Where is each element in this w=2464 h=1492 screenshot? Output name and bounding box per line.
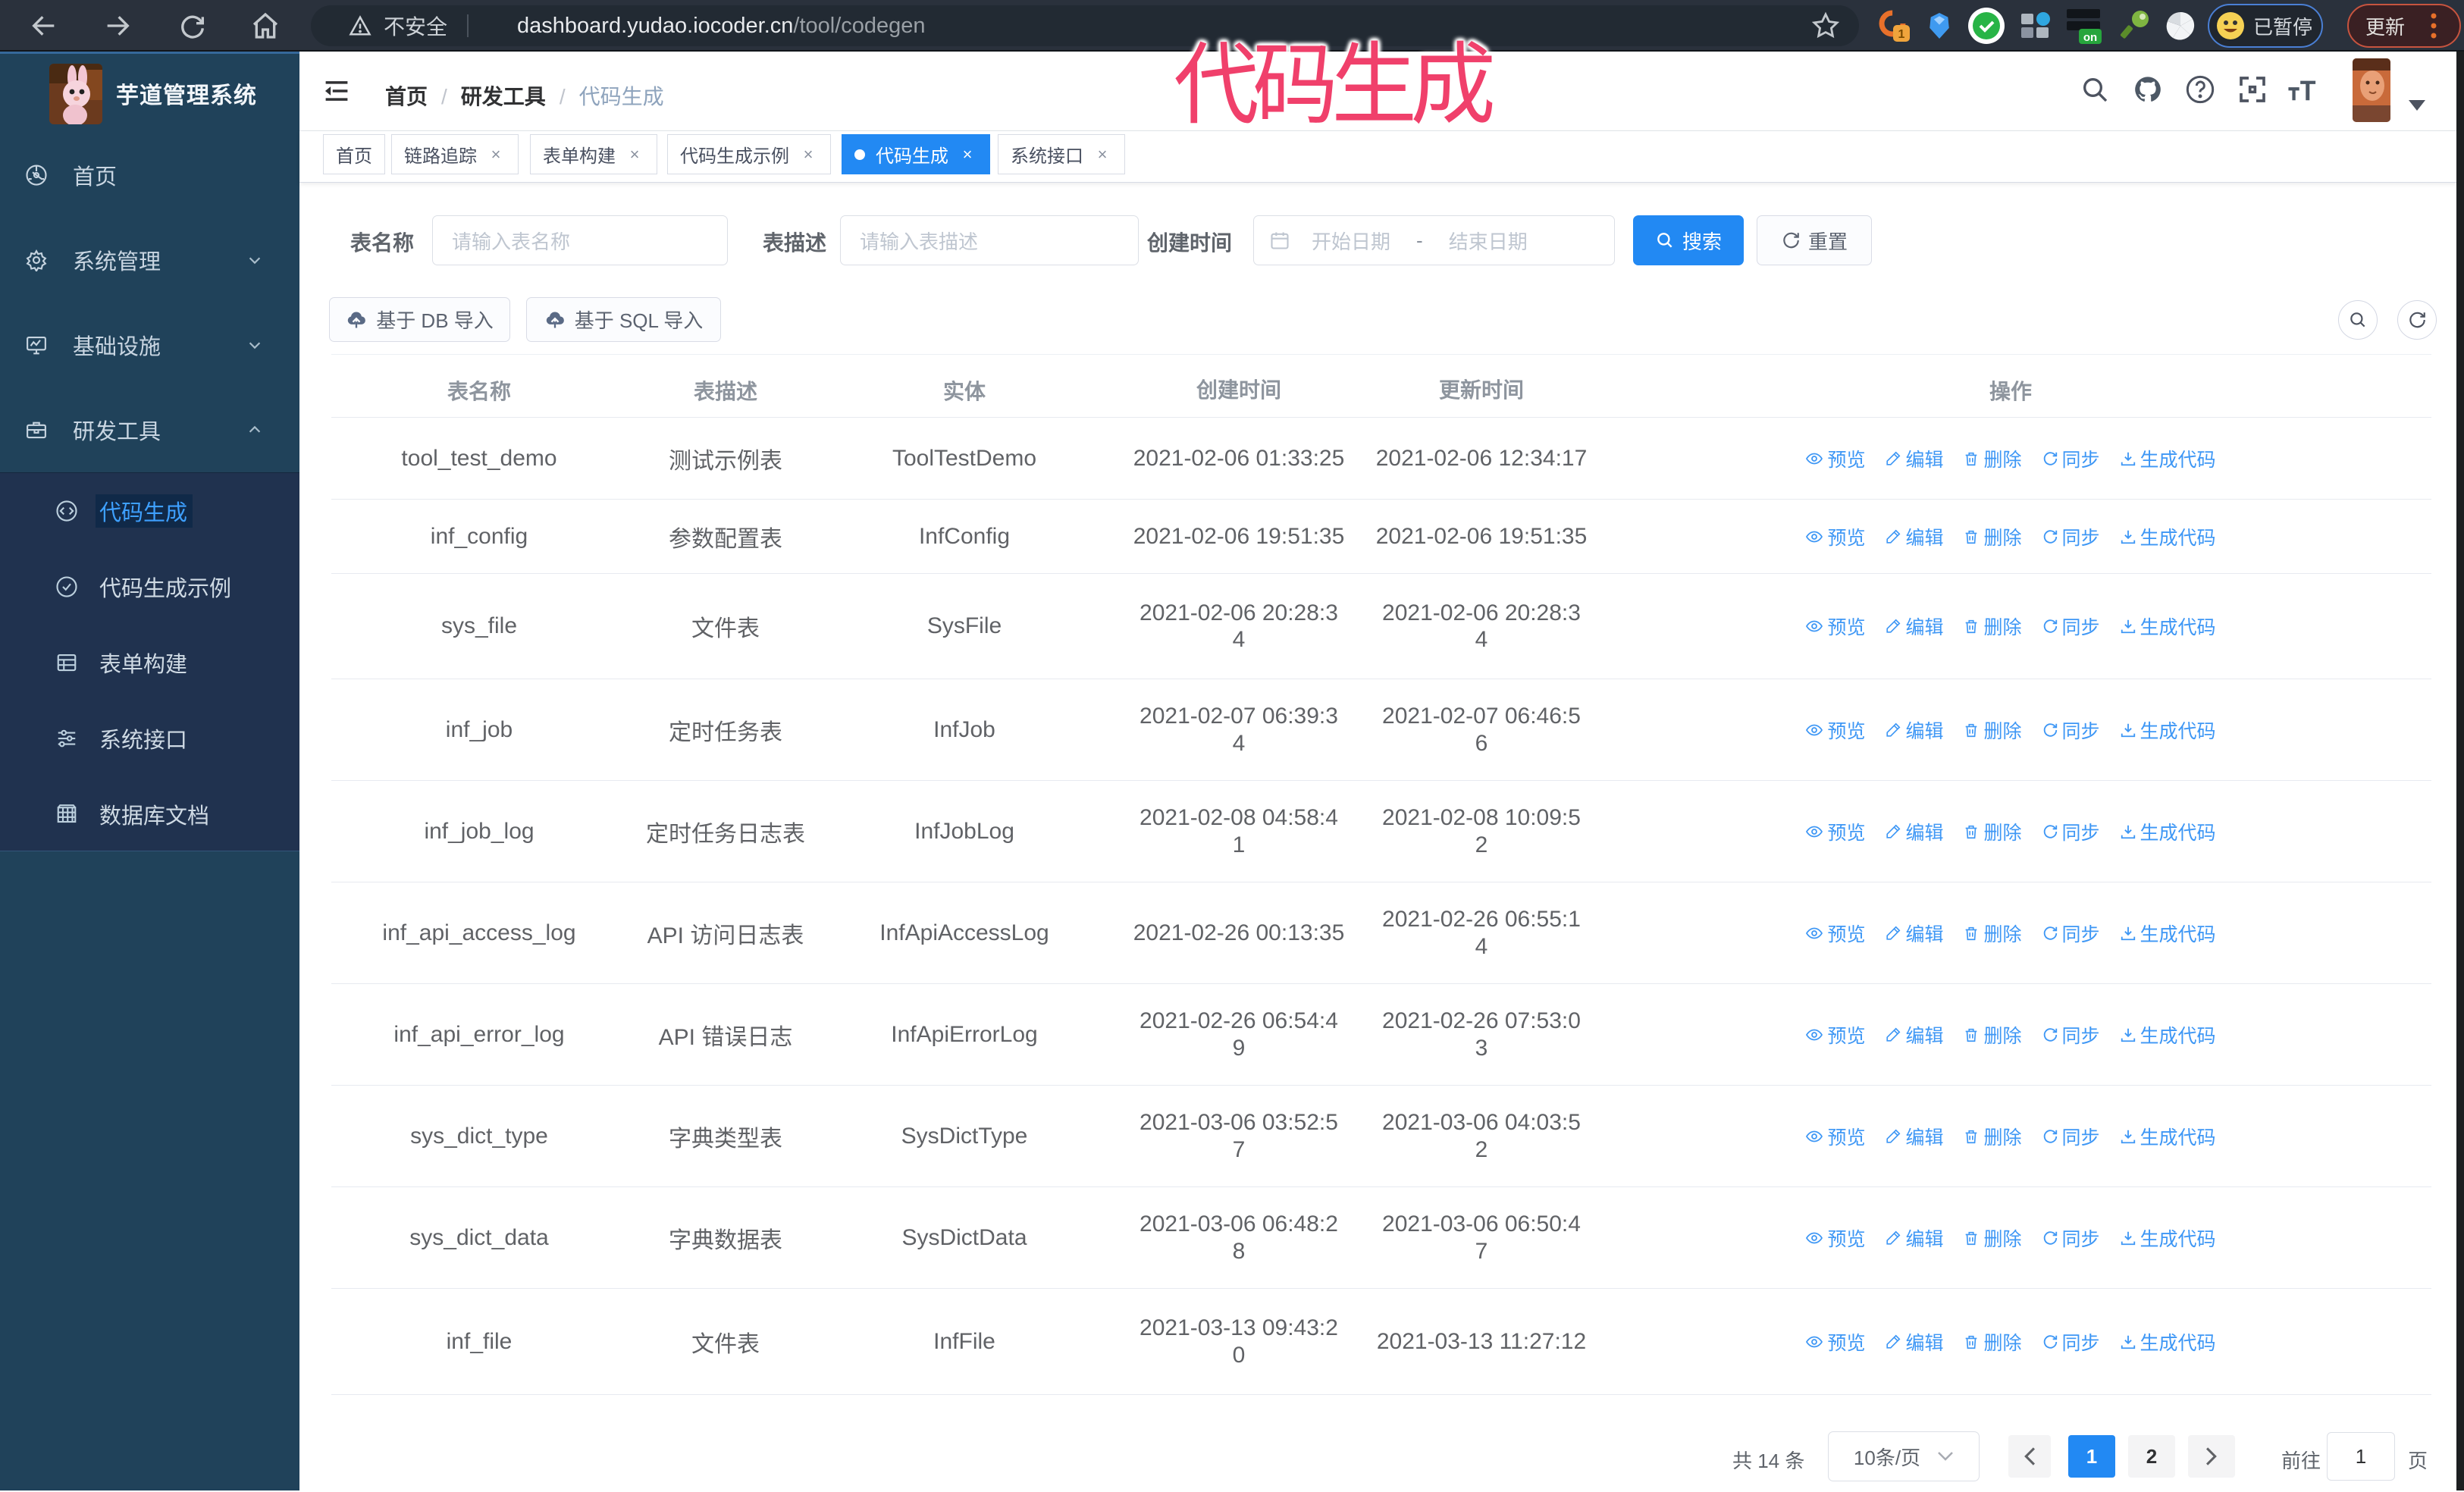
svg-text:1: 1	[1898, 28, 1905, 41]
svg-text:on: on	[2083, 31, 2097, 44]
